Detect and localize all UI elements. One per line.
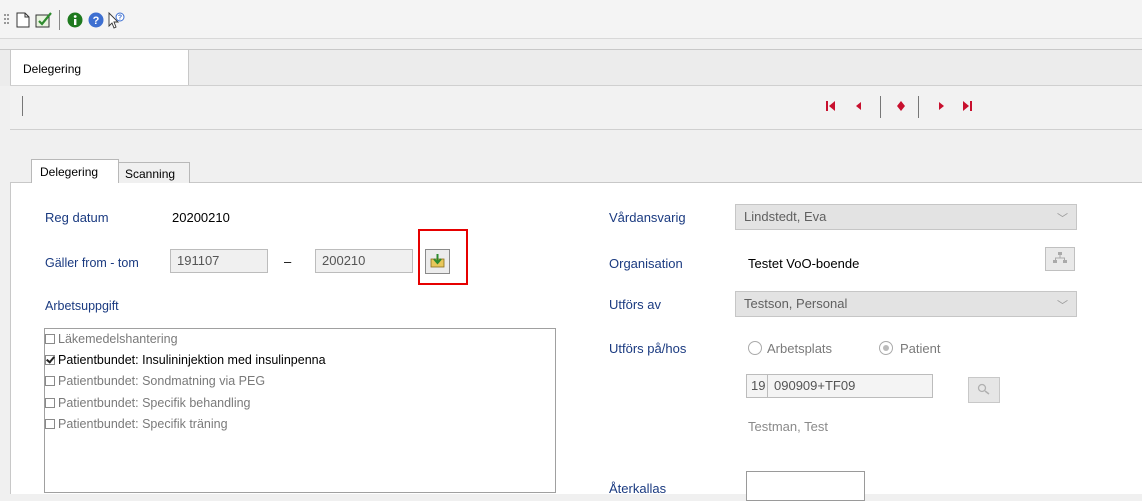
list-item[interactable]: Patientbundet: Specifik behandling <box>45 396 251 410</box>
checkbox[interactable] <box>45 334 55 344</box>
pnr-century-field[interactable]: 19 <box>746 374 768 398</box>
galler-from-tom-label: Gäller from - tom <box>45 256 139 270</box>
radio-patient-label: Patient <box>900 341 941 356</box>
whats-this-icon[interactable]: ? <box>107 11 125 29</box>
chevron-down-icon: ﹀ <box>1057 300 1068 312</box>
utfors-av-label: Utförs av <box>609 297 662 312</box>
checkbox-checked[interactable] <box>45 355 55 365</box>
tab-delegering[interactable]: Delegering <box>31 159 119 183</box>
document-tab-delegering[interactable]: Delegering <box>10 49 189 85</box>
svg-text:?: ? <box>118 15 122 22</box>
radio-arbetsplats[interactable] <box>748 341 762 355</box>
from-date-field[interactable]: 191107 <box>170 249 268 273</box>
organisation-value: Testet VoO-boende <box>748 256 860 271</box>
next-record-icon[interactable] <box>938 100 946 116</box>
radio-arbetsplats-label: Arbetsplats <box>767 341 833 356</box>
record-navigation-bar <box>10 85 1142 130</box>
vardansvarig-label: Vårdansvarig <box>609 210 686 225</box>
svg-text:?: ? <box>93 15 100 27</box>
grip-icon <box>2 11 12 29</box>
patient-name: Testman, Test <box>748 419 828 434</box>
reg-datum-label: Reg datum <box>45 210 109 225</box>
chevron-down-icon: ﹀ <box>1057 213 1068 225</box>
utfors-av-select[interactable]: Testson, Personal ﹀ <box>735 291 1077 317</box>
toolbar-separator <box>59 10 60 30</box>
navigation-divider <box>22 96 23 116</box>
checkbox[interactable] <box>45 376 55 386</box>
new-document-icon[interactable] <box>14 11 32 29</box>
personnummer-field[interactable]: 090909+TF09 <box>767 374 933 398</box>
radio-patient[interactable] <box>879 341 893 355</box>
task-checklist: Läkemedelshantering Patientbundet: Insul… <box>44 328 556 493</box>
reg-datum-value: 20200210 <box>172 210 230 225</box>
list-item[interactable]: Läkemedelshantering <box>45 332 178 346</box>
calendar-arrow-icon <box>430 253 445 271</box>
last-record-icon[interactable] <box>962 100 972 116</box>
list-item[interactable]: Patientbundet: Sondmatning via PEG <box>45 374 265 388</box>
vardansvarig-select[interactable]: Lindstedt, Eva ﹀ <box>735 204 1077 230</box>
checkbox[interactable] <box>45 419 55 429</box>
patient-lookup-button[interactable] <box>968 377 1000 403</box>
organisation-tree-button[interactable] <box>1045 247 1075 271</box>
current-record-icon[interactable] <box>896 100 906 116</box>
list-item[interactable]: Patientbundet: Insulininjektion med insu… <box>45 353 326 367</box>
save-check-icon[interactable] <box>35 11 53 29</box>
tab-scanning[interactable]: Scanning <box>118 162 190 183</box>
utfors-pa-hos-label: Utförs på/hos <box>609 341 687 356</box>
navigation-separator <box>880 96 881 118</box>
info-icon[interactable] <box>66 11 84 29</box>
help-icon[interactable]: ? <box>87 11 105 29</box>
patient-search-icon <box>977 383 991 398</box>
date-range-dash: – <box>284 254 292 269</box>
previous-record-icon[interactable] <box>854 100 862 116</box>
aterkallas-label: Återkallas <box>609 481 667 496</box>
org-tree-icon <box>1053 251 1067 267</box>
toolbar: ? ? <box>0 0 1142 39</box>
navigation-separator <box>918 96 919 118</box>
tom-date-field[interactable]: 200210 <box>315 249 413 273</box>
first-record-icon[interactable] <box>826 100 836 116</box>
calendar-picker-button[interactable] <box>425 249 450 274</box>
arbetsuppgift-label: Arbetsuppgift <box>45 299 119 313</box>
checkbox[interactable] <box>45 398 55 408</box>
list-item[interactable]: Patientbundet: Specifik träning <box>45 417 228 431</box>
aterkallas-field[interactable] <box>746 471 865 501</box>
organisation-label: Organisation <box>609 256 683 271</box>
